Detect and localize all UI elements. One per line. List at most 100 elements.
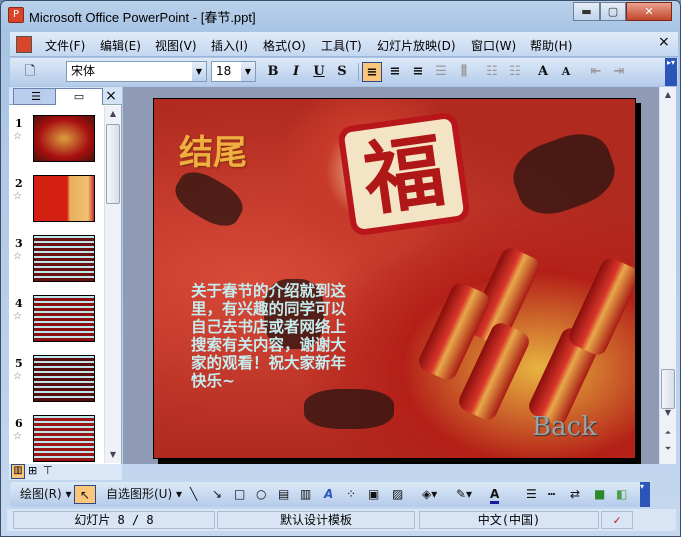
main-scrollbar[interactable]: ▲ ▼ ⏶ ⏷ — [659, 87, 676, 464]
toolbar-options-icon[interactable]: ▸▾ — [665, 58, 677, 86]
menu-tools[interactable]: 工具(T) — [321, 37, 362, 54]
slide-thumbnail-4[interactable]: 4 ☆ — [9, 295, 105, 355]
slides-pane: ☰ ▭ × 1 ☆ 2 ☆ 3 ☆ 4 ☆ 5 ☆ 6 ☆ ▲ ▼ — [9, 87, 122, 464]
line-style-icon[interactable]: ☰ — [526, 485, 537, 504]
transition-star-icon: ☆ — [13, 431, 22, 442]
dash-style-icon[interactable]: ┅ — [548, 485, 555, 504]
close-document-button[interactable]: × — [658, 34, 670, 50]
document-icon[interactable] — [16, 36, 32, 53]
formatting-toolbar: 🗋 宋体 ▼ 18 ▼ B I U S ≡ ≡ ≡ ☰ ⫼ ☷ ☷ A A ⇤ ⇥ … — [10, 58, 678, 86]
chevron-down-icon[interactable]: ▼ — [192, 62, 206, 81]
line-color-icon[interactable]: ✎▾ — [456, 485, 472, 504]
slide-number: 6 — [15, 417, 23, 430]
powerpoint-app-icon[interactable]: P — [8, 7, 24, 23]
status-design-template: 默认设计模板 — [217, 511, 415, 529]
decrease-indent-icon[interactable]: ⇤ — [586, 62, 606, 82]
rectangle-icon[interactable]: □ — [234, 485, 245, 504]
fill-color-icon[interactable]: ◈▾ — [422, 485, 437, 504]
chevron-down-icon[interactable]: ▼ — [241, 62, 255, 81]
font-color-icon[interactable]: A — [490, 485, 500, 504]
tab-outline[interactable]: ☰ — [13, 88, 59, 105]
numbering-icon[interactable]: ☷ — [482, 62, 502, 82]
font-size-select[interactable]: 18 ▼ — [211, 61, 256, 82]
textbox-icon[interactable]: ▤ — [278, 485, 289, 504]
pane-scrollbar[interactable]: ▲ ▼ — [104, 106, 121, 463]
bullets-icon[interactable]: ☷ — [505, 62, 525, 82]
slide-preview — [33, 235, 95, 282]
toolbar-options-icon[interactable]: ▾ — [640, 482, 650, 507]
increase-indent-icon[interactable]: ⇥ — [609, 62, 629, 82]
distribute-icon[interactable]: ☰ — [431, 62, 451, 82]
maximize-button[interactable]: ▢ — [600, 2, 626, 21]
menu-insert[interactable]: 插入(I) — [211, 37, 248, 54]
back-link[interactable]: Back — [532, 412, 597, 442]
previous-slide-icon[interactable]: ⏶ — [660, 425, 676, 441]
clipart-icon[interactable]: ▣ — [368, 485, 379, 504]
scroll-down-icon[interactable]: ▼ — [660, 405, 676, 421]
decrease-font-button[interactable]: A — [556, 62, 576, 82]
menu-window[interactable]: 窗口(W) — [471, 37, 516, 54]
menu-view[interactable]: 视图(V) — [155, 37, 197, 54]
menu-format[interactable]: 格式(O) — [263, 37, 306, 54]
draw-menu-button[interactable]: 绘图(R) ▾ — [20, 485, 72, 504]
diagram-icon[interactable]: ⁘ — [346, 485, 356, 504]
pane-close-button[interactable]: × — [103, 88, 119, 105]
bold-button[interactable]: B — [263, 62, 283, 82]
arrow-style-icon[interactable]: ⇄ — [570, 485, 580, 504]
slide-thumbnail-2[interactable]: 2 ☆ — [9, 175, 105, 235]
next-slide-icon[interactable]: ⏷ — [660, 441, 676, 457]
select-objects-icon[interactable]: ↖ — [74, 485, 96, 504]
transition-star-icon: ☆ — [13, 251, 22, 262]
draw-label: 绘图(R) — [20, 487, 62, 501]
slide-number: 3 — [15, 237, 23, 250]
title-bar: P Microsoft Office PowerPoint - [春节.ppt]… — [1, 1, 680, 29]
scroll-thumb[interactable] — [661, 369, 675, 409]
align-center-button[interactable]: ≡ — [385, 62, 405, 82]
scroll-up-icon[interactable]: ▲ — [660, 87, 676, 103]
scroll-thumb[interactable] — [106, 124, 120, 204]
align-left-button[interactable]: ≡ — [362, 62, 382, 82]
slide-thumbnail-3[interactable]: 3 ☆ — [9, 235, 105, 295]
normal-view-icon[interactable]: ▥ — [11, 464, 25, 479]
current-slide[interactable]: 福 结尾 关于春节的介绍就到这里，有兴趣的同学可以自己去书店或者网络上搜索有关内… — [153, 98, 636, 459]
slide-number: 4 — [15, 297, 23, 310]
minimize-button[interactable]: ▬ — [573, 2, 600, 21]
oval-icon[interactable]: ○ — [256, 485, 266, 504]
slide-title[interactable]: 结尾 — [179, 125, 247, 174]
slideshow-icon[interactable]: ⊤ — [43, 464, 53, 477]
arrow-icon[interactable]: ↘ — [212, 485, 222, 504]
shadow-button[interactable]: S — [332, 62, 352, 82]
insert-picture-icon[interactable]: ▨ — [392, 485, 403, 504]
slide-thumbnail-1[interactable]: 1 ☆ — [9, 115, 105, 175]
italic-button[interactable]: I — [286, 62, 306, 82]
slide-sorter-icon[interactable]: ⊞ — [28, 464, 37, 477]
slide-body-text[interactable]: 关于春节的介绍就到这里，有兴趣的同学可以自己去书店或者网络上搜索有关内容，谢谢大… — [191, 282, 359, 390]
font-name-select[interactable]: 宋体 ▼ — [66, 61, 207, 82]
menu-slideshow[interactable]: 幻灯片放映(D) — [377, 37, 456, 54]
increase-font-button[interactable]: A — [533, 62, 553, 82]
shadow-style-icon[interactable]: ■ — [594, 485, 605, 504]
slide-preview — [33, 115, 95, 162]
spelling-check-icon[interactable]: ✓ — [601, 511, 633, 529]
view-buttons: ▥ ⊞ ⊤ — [9, 464, 122, 480]
menu-file[interactable]: 文件(F) — [45, 37, 85, 54]
line-icon[interactable]: ╲ — [190, 485, 197, 504]
align-right-button[interactable]: ≡ — [408, 62, 428, 82]
scroll-down-icon[interactable]: ▼ — [105, 447, 121, 463]
3d-style-icon[interactable]: ◧ — [616, 485, 627, 504]
new-document-icon[interactable]: 🗋 — [20, 62, 40, 82]
text-direction-icon[interactable]: ⫼ — [454, 62, 474, 82]
menu-edit[interactable]: 编辑(E) — [100, 37, 141, 54]
close-button[interactable]: ✕ — [626, 2, 672, 21]
underline-button[interactable]: U — [309, 62, 329, 82]
slide-preview — [33, 295, 95, 342]
slide-number: 5 — [15, 357, 23, 370]
menu-help[interactable]: 帮助(H) — [530, 37, 572, 54]
scroll-up-icon[interactable]: ▲ — [105, 106, 121, 122]
status-slide-number: 幻灯片 8 / 8 — [13, 511, 215, 529]
wordart-icon[interactable]: A — [324, 485, 333, 504]
slide-thumbnail-5[interactable]: 5 ☆ — [9, 355, 105, 415]
autoshapes-menu-button[interactable]: 自选图形(U) ▾ — [106, 485, 182, 504]
vertical-textbox-icon[interactable]: ▥ — [300, 485, 311, 504]
tab-slides[interactable]: ▭ — [55, 88, 103, 105]
